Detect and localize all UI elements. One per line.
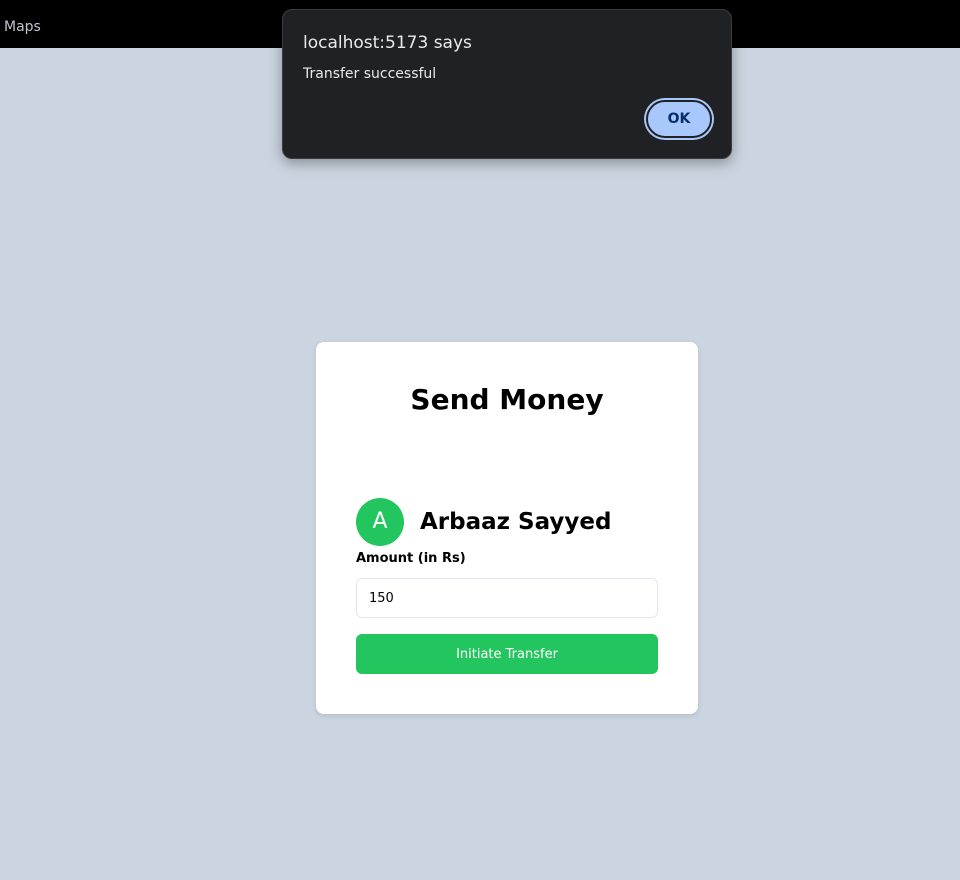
dialog-title: localhost:5173 says: [303, 33, 472, 53]
recipient-name: Arbaaz Sayyed: [420, 509, 612, 535]
dialog-message: Transfer successful: [303, 66, 437, 82]
send-money-card: Send Money A Arbaaz Sayyed Amount (in Rs…: [316, 342, 698, 714]
ok-button[interactable]: OK: [646, 100, 712, 138]
amount-input[interactable]: [356, 578, 658, 618]
avatar: A: [356, 498, 404, 546]
initiate-transfer-button[interactable]: Initiate Transfer: [356, 634, 658, 674]
page-title: Send Money: [410, 383, 604, 416]
amount-label: Amount (in Rs): [356, 551, 466, 566]
bookmark-maps[interactable]: Maps: [4, 18, 41, 36]
alert-dialog: localhost:5173 says Transfer successful …: [282, 9, 732, 159]
